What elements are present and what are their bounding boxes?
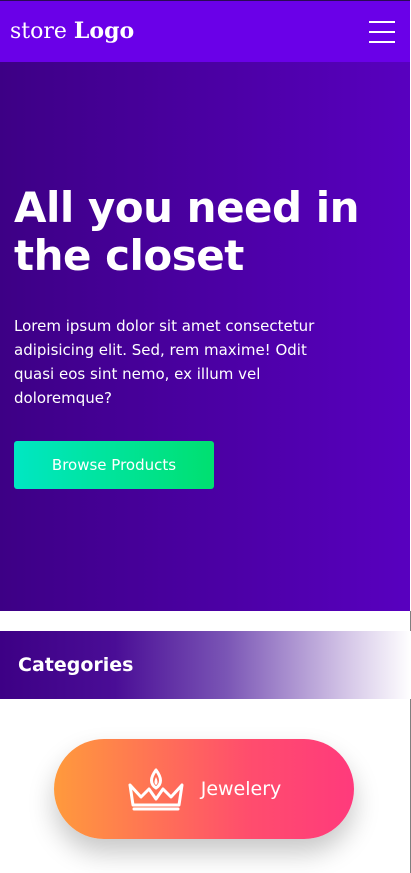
brand-store-text: store (10, 18, 67, 44)
menu-line (369, 20, 395, 23)
category-card-jewelery[interactable]: Jewelery (54, 739, 354, 839)
brand-logo[interactable]: store Logo (10, 18, 134, 44)
menu-line (369, 40, 395, 43)
hero-title: All you need in the closet (14, 183, 360, 280)
categories-title: Categories (18, 654, 134, 676)
hero-description: Lorem ipsum dolor sit amet consectetur a… (14, 317, 315, 407)
hamburger-menu-icon[interactable] (369, 20, 395, 43)
category-label: Jewelery (200, 778, 282, 800)
crown-icon (128, 768, 184, 811)
brand-logo-text: Logo (73, 17, 135, 44)
categories-header: Categories (0, 631, 411, 699)
site-header: store Logo (0, 0, 410, 62)
browse-products-button[interactable]: Browse Products (14, 441, 214, 489)
menu-line (369, 30, 395, 33)
hero-section: All you need in the closet Lorem ipsum d… (0, 62, 410, 611)
